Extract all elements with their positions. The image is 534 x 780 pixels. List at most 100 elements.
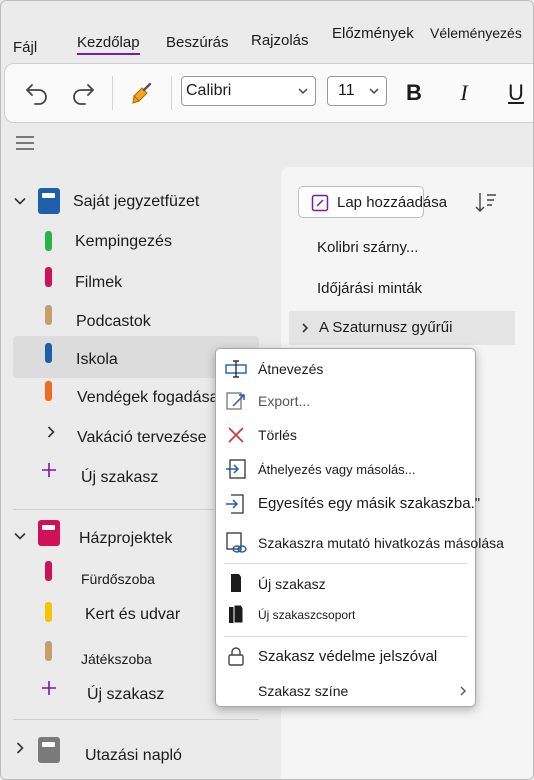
move-icon — [224, 457, 248, 481]
notebook-label: Saját jegyzetfüzet — [73, 193, 200, 210]
add-section-label: Új szakasz — [81, 469, 159, 486]
chevron-down-icon — [14, 532, 26, 540]
notebook-saját-jegyzetfüzet[interactable]: Saját jegyzetfüzet — [1, 183, 271, 219]
menu-item-new-section[interactable]: Új szakasz — [216, 569, 475, 597]
page-item-szaturnusz[interactable]: A Szaturnusz gyűrűi — [319, 319, 452, 336]
section-label: Podcastok — [76, 313, 151, 330]
menu-item-label: Export... — [258, 393, 311, 409]
format-painter-button[interactable] — [123, 76, 161, 110]
chevron-right-icon[interactable] — [299, 321, 311, 339]
menu-item-password-protect[interactable]: Szakasz védelme jelszóval — [216, 641, 475, 671]
menu-item-label: Átnevezés — [258, 361, 324, 377]
merge-icon — [224, 492, 248, 516]
underline-button[interactable]: U — [501, 76, 531, 110]
section-label: Filmek — [75, 274, 123, 291]
notebook-icon — [38, 520, 60, 546]
tab-insert[interactable]: Beszúrás — [166, 34, 229, 51]
plus-icon — [42, 681, 56, 695]
chevron-down-icon — [369, 88, 379, 95]
redo-button[interactable] — [65, 76, 101, 110]
menu-item-label: Törlés — [258, 427, 297, 443]
add-page-icon — [311, 194, 329, 212]
section-color-tab — [45, 602, 52, 622]
nav-divider — [13, 719, 259, 720]
chevron-right-icon — [460, 686, 466, 696]
undo-icon — [26, 84, 47, 105]
menu-item-label: Áthelyezés vagy másolás... — [258, 462, 416, 477]
menu-item-export[interactable]: Export... — [216, 387, 475, 415]
section-color-tab — [45, 305, 52, 325]
menu-item-merge[interactable]: Egyesítés egy másik szakaszba." — [216, 489, 480, 519]
chevron-down-icon — [14, 197, 26, 205]
lock-icon — [224, 644, 248, 668]
tab-draw[interactable]: Rajzolás — [251, 32, 309, 49]
toolbar-divider — [112, 76, 113, 110]
hamburger-menu-icon — [16, 136, 34, 150]
menu-item-new-section-group[interactable]: Új szakaszcsoport — [216, 600, 475, 628]
section-label: Iskola — [76, 351, 118, 368]
notebook-icon — [38, 737, 60, 763]
tab-review[interactable]: Véleményezés — [430, 25, 522, 41]
sort-pages-button[interactable] — [475, 191, 497, 220]
add-page-button[interactable]: Lap hozzáadása — [298, 186, 447, 218]
ribbon-tabs: Fájl Kezdőlap Beszúrás Rajzolás Előzmény… — [1, 1, 533, 59]
format-painter-icon — [132, 82, 152, 104]
section-color-tab — [45, 641, 52, 661]
page-item-időjárási-minták[interactable]: Időjárási minták — [317, 280, 422, 297]
notebook-label: Utazási napló — [85, 747, 182, 764]
section-label: Kempingezés — [75, 233, 172, 250]
undo-button[interactable] — [19, 76, 55, 110]
menu-divider — [224, 563, 467, 564]
plus-icon — [42, 463, 56, 477]
section-color-tab — [45, 343, 52, 363]
menu-item-rename[interactable]: Átnevezés — [216, 355, 475, 383]
font-size-value: 11 — [338, 82, 355, 99]
menu-item-copy-link[interactable]: Szakaszra mutató hivatkozás másolása — [216, 527, 504, 559]
section-item-filmek[interactable]: Filmek — [1, 263, 271, 299]
notebook-utazási-napló[interactable]: Utazási napló — [1, 735, 271, 771]
section-color-tab — [45, 561, 52, 581]
section-label: Fürdőszoba — [81, 571, 155, 587]
italic-button[interactable]: I — [449, 76, 479, 110]
rename-icon — [224, 357, 248, 381]
redo-icon — [73, 84, 94, 105]
font-name-select[interactable]: Calibri — [181, 76, 316, 106]
menu-item-move-or-copy[interactable]: Áthelyezés vagy másolás... — [216, 455, 475, 483]
tab-home[interactable]: Kezdőlap — [77, 34, 140, 55]
chevron-right-icon — [16, 742, 24, 754]
menu-divider — [224, 636, 467, 637]
chevron-down-icon — [298, 88, 308, 95]
new-section-icon — [224, 571, 248, 595]
section-label: Vendégek fogadása — [77, 389, 219, 406]
menu-item-label: Szakaszra mutató hivatkozás másolása — [258, 535, 504, 551]
page-item-kolibri[interactable]: Kolibri szárny... — [317, 239, 418, 256]
notebook-label: Házprojektek — [79, 530, 173, 547]
menu-item-label: Szakasz védelme jelszóval — [258, 648, 438, 665]
delete-icon — [224, 423, 248, 447]
section-color-tab — [45, 381, 52, 401]
new-section-group-icon — [224, 602, 248, 626]
section-item-kempingezés[interactable]: Kempingezés — [1, 223, 271, 259]
font-size-select[interactable]: 11 — [327, 76, 387, 106]
section-label: Játékszoba — [81, 651, 152, 667]
add-page-label: Lap hozzáadása — [337, 194, 448, 211]
section-group-label: Vakáció tervezése — [77, 429, 207, 446]
section-item-podcastok[interactable]: Podcastok — [1, 303, 271, 339]
menu-item-label: Egyesítés egy másik szakaszba." — [258, 495, 481, 512]
toolbar-divider — [171, 76, 172, 110]
notebook-icon — [38, 188, 60, 214]
section-context-menu: Átnevezés Export... Törlés Áthelyezés va… — [215, 348, 504, 707]
section-color-tab — [45, 267, 52, 287]
font-name-value: Calibri — [186, 82, 232, 99]
link-icon — [224, 531, 248, 555]
bold-button[interactable]: B — [399, 76, 429, 110]
chevron-right-icon — [47, 426, 55, 438]
menu-item-label: Új szakasz — [258, 576, 326, 592]
navigation-toggle-button[interactable] — [15, 135, 35, 156]
ribbon-toolbar: Calibri 11 B I U — [4, 63, 533, 123]
tab-history[interactable]: Előzmények — [332, 25, 414, 42]
section-label: Kert és udvar — [85, 606, 181, 623]
menu-item-delete[interactable]: Törlés — [216, 421, 475, 449]
tab-file[interactable]: Fájl — [13, 39, 37, 56]
menu-item-section-color[interactable]: Szakasz színe — [216, 677, 475, 703]
